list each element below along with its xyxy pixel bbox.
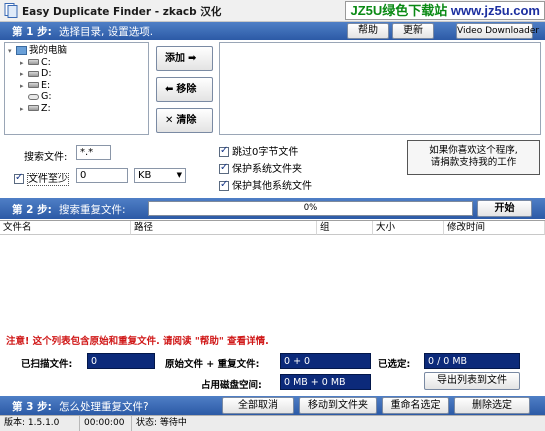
orig-dup-value: 0 + 0 [280, 353, 371, 369]
column-header-size[interactable]: 大小 [373, 221, 444, 235]
size-unit-value: KB [138, 170, 152, 181]
drive-label: Z: [41, 102, 51, 114]
arrow-right-icon: ➡ [188, 53, 197, 64]
protect-other-option[interactable]: 保护其他系统文件 [219, 177, 312, 192]
drive-label: E: [41, 79, 51, 91]
results-table[interactable]: 文件名 路径 组 大小 修改时间 [0, 220, 545, 332]
step1-label: 第 1 步: [12, 26, 52, 38]
protect-other-label: 保护其他系统文件 [232, 181, 312, 192]
delete-selected-button[interactable]: 删除选定 [454, 397, 530, 414]
selected-folders-list[interactable] [219, 42, 541, 135]
directory-tree[interactable]: ▾ 我的电脑 ▸ C: ▸ D: ▸ E: G: ▸ Z: [4, 42, 149, 135]
app-icon [4, 3, 18, 18]
drive-label: D: [41, 68, 52, 79]
step3-text: 怎么处理重复文件? [59, 401, 149, 413]
step2-label: 第 2 步: [12, 204, 52, 216]
scanned-value: 0 [87, 353, 155, 369]
tree-item-c[interactable]: ▸ C: [8, 57, 148, 69]
skip-zero-checkbox[interactable] [219, 145, 229, 157]
step3-bar: 第 3 步: 怎么处理重复文件? 全部取消 移动到文件夹 重命名选定 删除选定 [0, 396, 545, 415]
collapse-icon[interactable]: ▾ [8, 46, 16, 58]
export-list-button[interactable]: 导出列表到文件 [424, 372, 520, 390]
search-files-label: 搜索文件: [24, 152, 68, 163]
skip-zero-option[interactable]: 跳过0字节文件 [219, 143, 298, 158]
cancel-all-button[interactable]: 全部取消 [222, 397, 294, 414]
tree-root[interactable]: ▾ 我的电脑 [8, 45, 148, 57]
notice-text: 注意! 这个列表包含原始和重复文件. 请阅读 "帮助" 查看详情. [6, 336, 269, 347]
step1-text: 选择目录, 设置选项. [59, 26, 154, 38]
donate-line1: 如果你喜欢这个程序, [429, 145, 518, 156]
search-files-input[interactable]: *.* [76, 145, 111, 160]
disk-space-label: 占用磁盘空间: [201, 380, 262, 391]
window-title: Easy Duplicate Finder - zkacb 汉化 [22, 6, 222, 18]
min-size-input[interactable]: 0 [76, 168, 128, 183]
protect-other-checkbox[interactable] [219, 179, 229, 191]
title-bar: Easy Duplicate Finder - zkacb 汉化 JZ5U绿色下… [0, 0, 545, 22]
move-to-folder-button[interactable]: 移动到文件夹 [299, 397, 377, 414]
step2-text: 搜索重复文件: [59, 204, 126, 216]
tree-item-z[interactable]: ▸ Z: [8, 103, 148, 115]
drive-icon [28, 82, 39, 88]
orig-dup-label: 原始文件 + 重复文件: [165, 359, 260, 370]
video-downloader-button[interactable]: Video Downloader [456, 23, 539, 39]
clear-button[interactable]: ✕ 清除 [156, 108, 213, 133]
clear-button-label: 清除 [176, 115, 197, 126]
disk-space-value: 0 MB + 0 MB [280, 374, 371, 390]
column-header-path[interactable]: 路径 [131, 221, 317, 235]
chevron-down-icon: ▼ [176, 171, 182, 179]
min-size-label: 文件至少 [27, 173, 69, 186]
skip-zero-label: 跳过0字节文件 [232, 147, 299, 158]
protect-folders-option[interactable]: 保护系统文件夹 [219, 160, 302, 175]
drive-icon [28, 59, 39, 65]
update-button[interactable]: 更新 [392, 23, 434, 39]
selected-value: 0 / 0 MB [424, 353, 520, 369]
status-version: 版本: 1.5.1.0 [0, 416, 80, 431]
add-button-label: 添加 [165, 53, 185, 64]
scanned-label: 已扫描文件: [21, 359, 73, 370]
drive-label: G: [41, 91, 52, 102]
donate-line2: 请捐款支持我的工作 [430, 157, 517, 168]
drive-label: C: [41, 56, 51, 68]
tree-item-g[interactable]: G: [8, 91, 148, 103]
status-bar: 版本: 1.5.1.0 00:00:00 状态: 等待中 [0, 415, 545, 431]
watermark-banner: JZ5U绿色下载站 www.jz5u.com [345, 1, 545, 20]
remove-button[interactable]: ⬅ 移除 [156, 77, 213, 102]
cd-drive-icon [28, 93, 39, 100]
min-size-option[interactable]: 文件至少 [14, 170, 69, 186]
step1-bar: 第 1 步: 选择目录, 设置选项. 帮助 更新 Video Downloade… [0, 22, 545, 40]
min-size-checkbox[interactable] [14, 172, 24, 184]
expand-icon[interactable]: ▸ [20, 69, 28, 81]
remove-button-label: 移除 [176, 84, 197, 95]
donate-box[interactable]: 如果你喜欢这个程序, 请捐款支持我的工作 [407, 140, 540, 175]
status-state: 状态: 等待中 [136, 418, 187, 428]
add-button[interactable]: 添加 ➡ [156, 46, 213, 71]
watermark-url: www.jz5u.com [450, 3, 540, 18]
clear-icon: ✕ [165, 115, 174, 126]
size-unit-select[interactable]: KB ▼ [134, 168, 186, 183]
computer-icon [16, 46, 27, 55]
rename-selected-button[interactable]: 重命名选定 [382, 397, 449, 414]
status-time: 00:00:00 [80, 416, 132, 431]
progress-text: 0% [303, 203, 318, 213]
expand-icon[interactable]: ▸ [20, 104, 28, 116]
watermark-site-name: JZ5U绿色下载站 [350, 3, 448, 18]
tree-item-d[interactable]: ▸ D: [8, 68, 148, 80]
drive-icon [28, 70, 39, 77]
tree-item-e[interactable]: ▸ E: [8, 80, 148, 92]
column-header-modified[interactable]: 修改时间 [444, 221, 545, 235]
tree-root-label: 我的电脑 [29, 45, 68, 56]
search-progress-bar: 0% [148, 201, 473, 216]
selected-label: 已选定: [378, 359, 411, 370]
network-drive-icon [28, 105, 39, 111]
protect-folders-checkbox[interactable] [219, 162, 229, 174]
protect-folders-label: 保护系统文件夹 [232, 164, 302, 175]
help-button[interactable]: 帮助 [347, 23, 389, 39]
column-header-filename[interactable]: 文件名 [0, 221, 131, 235]
step3-label: 第 3 步: [12, 401, 52, 413]
column-header-group[interactable]: 组 [317, 221, 373, 235]
start-button[interactable]: 开始 [477, 200, 532, 217]
arrow-left-icon: ⬅ [165, 84, 174, 95]
